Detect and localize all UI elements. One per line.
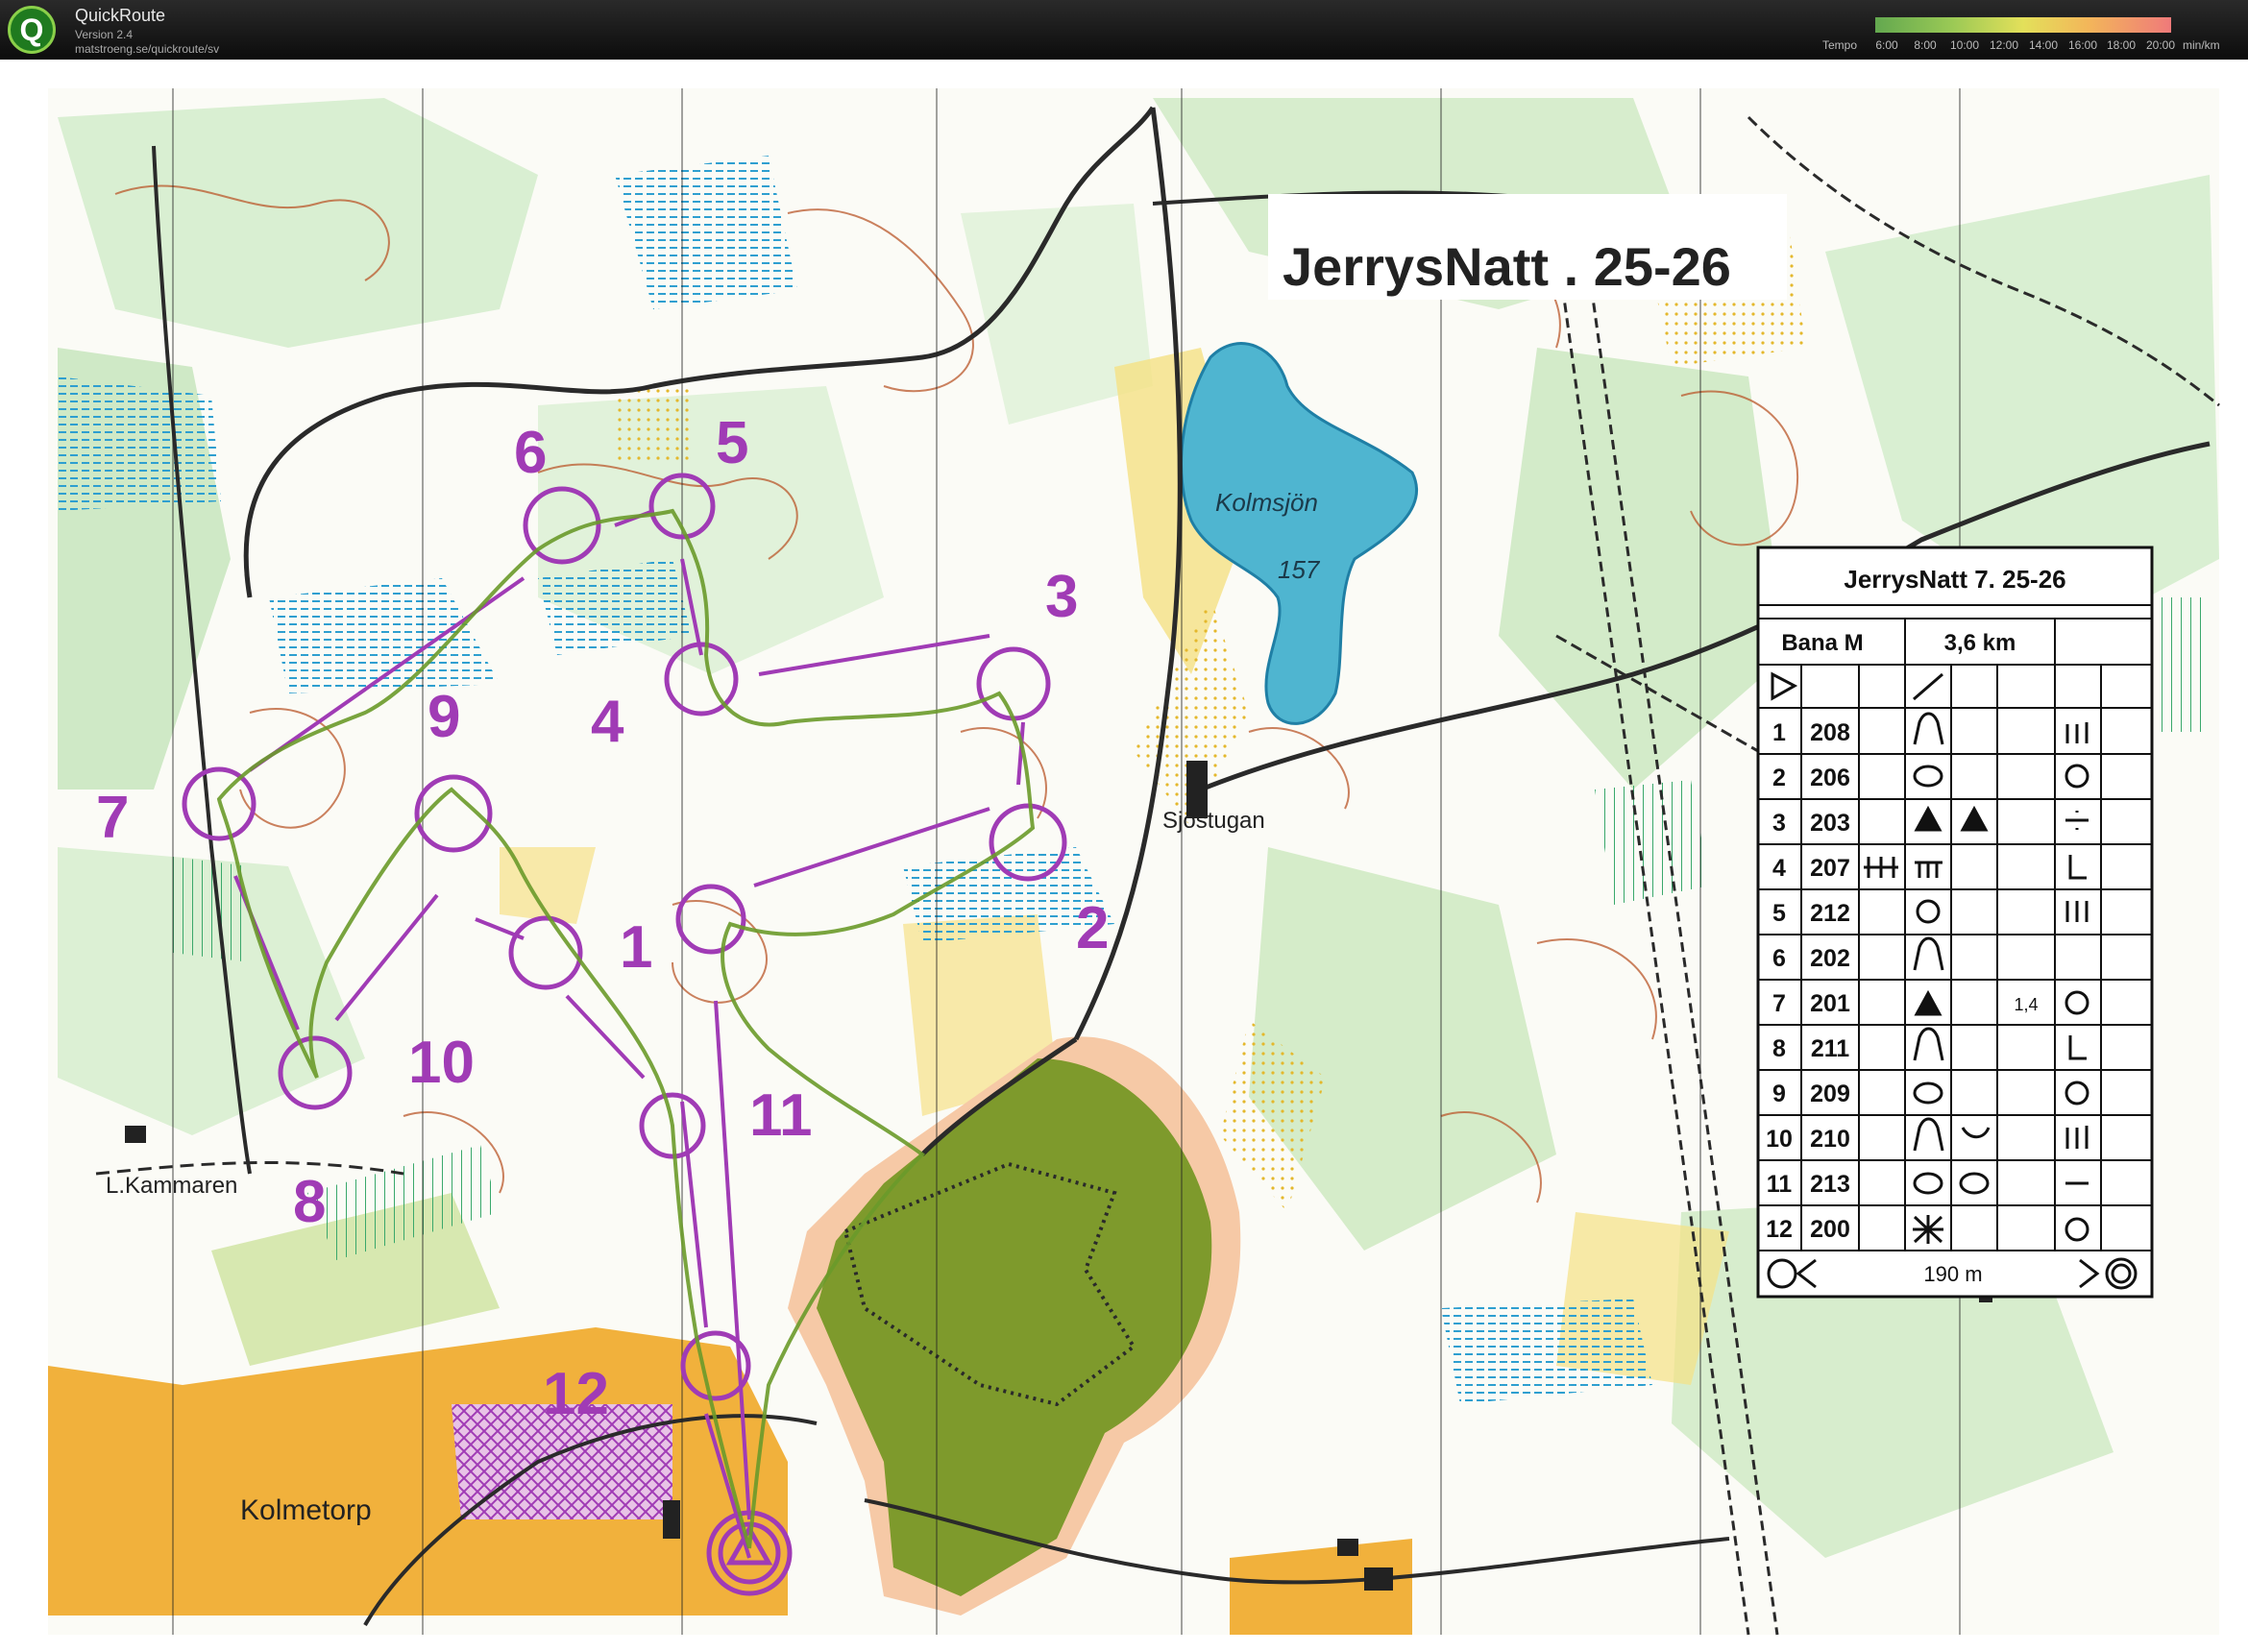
row-number: 5 [1772, 900, 1786, 927]
tempo-tick: 12:00 [1989, 38, 2019, 52]
row-code: 202 [1810, 945, 1850, 972]
row-code: 206 [1810, 765, 1850, 791]
row-code: 209 [1810, 1081, 1850, 1107]
orienteering-map[interactable]: JerrysNatt . 25-26 Kolmsjön 157 Sjöstuga… [0, 60, 2248, 1652]
tempo-color-scale [1875, 17, 2171, 33]
row-code: 201 [1810, 990, 1850, 1017]
control-number-7: 7 [96, 785, 129, 851]
row-number: 11 [1767, 1171, 1793, 1198]
quickroute-logo-icon: Q [8, 6, 56, 54]
place-sjostugan: Sjöstugan [1162, 808, 1265, 834]
row-code: 207 [1810, 855, 1850, 882]
description-course: Bana M [1781, 630, 1863, 656]
app-url[interactable]: matstroeng.se/quickroute/sv [75, 42, 219, 56]
lake-label: Kolmsjön [1215, 488, 1318, 517]
tempo-tick: 20:00 [2145, 38, 2176, 52]
tempo-tick: 10:00 [1949, 38, 1980, 52]
control-number-12: 12 [543, 1361, 609, 1427]
logo-letter: Q [19, 12, 44, 47]
app-version: Version 2.4 [75, 28, 134, 41]
control-number-6: 6 [514, 420, 547, 486]
title-bar: Q QuickRoute Version 2.4 matstroeng.se/q… [0, 0, 2248, 60]
map-title: JerrysNatt . 25-26 [1283, 236, 1731, 297]
row-7-dimension: 1,4 [2014, 995, 2038, 1014]
middle-icon [1864, 857, 1898, 878]
control-number-9: 9 [428, 684, 460, 750]
row-code: 212 [1810, 900, 1850, 927]
row-code: 213 [1810, 1171, 1850, 1198]
row-number: 6 [1772, 945, 1786, 972]
row-code: 203 [1810, 810, 1850, 837]
row-code: 210 [1810, 1126, 1850, 1153]
row-number: 7 [1772, 990, 1786, 1017]
row-number: 12 [1766, 1216, 1793, 1243]
tempo-tick: 16:00 [2067, 38, 2098, 52]
place-kolmetorp: Kolmetorp [240, 1494, 372, 1526]
control-number-2: 2 [1076, 895, 1109, 961]
finish-distance: 190 m [1923, 1262, 1982, 1286]
row-code: 211 [1811, 1035, 1849, 1062]
tempo-label: Tempo [1822, 38, 1858, 52]
control-number-8: 8 [293, 1169, 326, 1235]
control-number-4: 4 [591, 689, 624, 755]
row-number: 9 [1772, 1081, 1786, 1107]
row-number: 8 [1772, 1035, 1786, 1062]
tempo-unit: min/km [2183, 38, 2220, 52]
description-length: 3,6 km [1944, 630, 2016, 656]
control-number-1: 1 [620, 914, 652, 981]
ruin-icon [1913, 1215, 1943, 1244]
control-number-3: 3 [1045, 564, 1078, 630]
row-code: 200 [1810, 1216, 1850, 1243]
row-code: 208 [1810, 719, 1850, 746]
tempo-tick: 14:00 [2028, 38, 2059, 52]
control-number-5: 5 [716, 410, 748, 476]
row-number: 2 [1772, 765, 1786, 791]
control-number-11: 11 [749, 1082, 813, 1149]
app-title: QuickRoute [75, 6, 166, 25]
lake-height-label: 157 [1278, 555, 1321, 584]
row-number: 10 [1766, 1126, 1793, 1153]
tempo-tick: 8:00 [1914, 38, 1937, 52]
row-number: 1 [1772, 719, 1786, 746]
tempo-tick: 18:00 [2106, 38, 2137, 52]
tempo-tick: 6:00 [1875, 38, 1898, 52]
row-number: 3 [1772, 810, 1786, 837]
description-title: JerrysNatt 7. 25-26 [1844, 565, 2065, 594]
row-number: 4 [1772, 855, 1786, 882]
control-number-10: 10 [408, 1030, 475, 1096]
place-l-kammaren: L.Kammaren [106, 1173, 237, 1199]
map-canvas[interactable]: JerrysNatt . 25-26 Kolmsjön 157 Sjöstuga… [0, 60, 2248, 1652]
